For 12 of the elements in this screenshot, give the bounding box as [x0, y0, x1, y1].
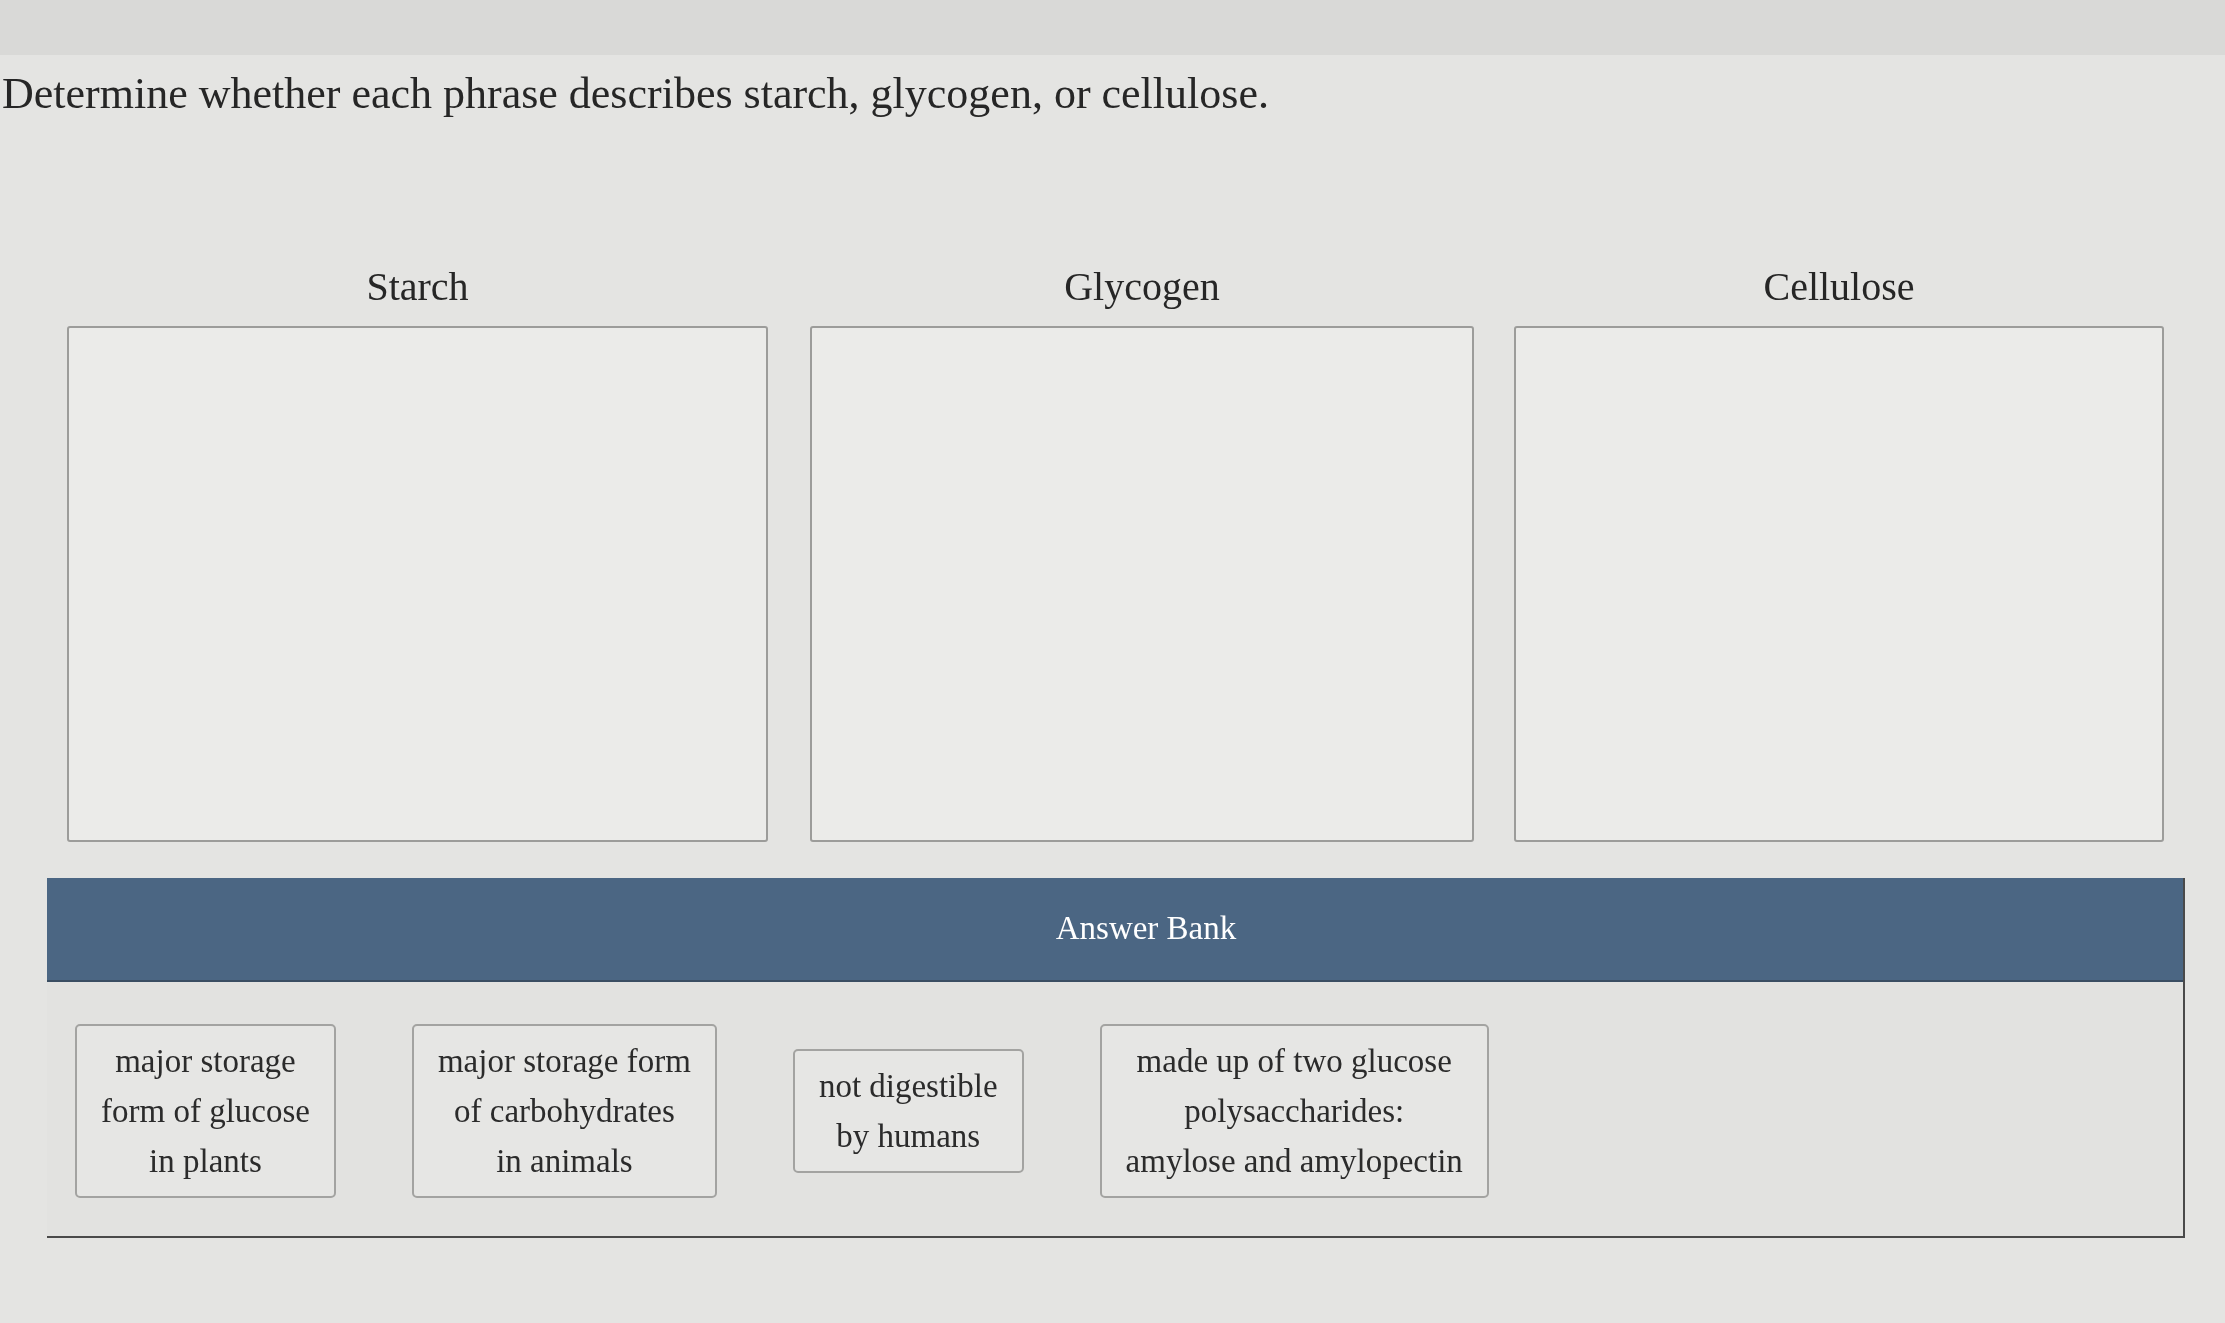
answer-card[interactable]: made up of two glucose polysaccharides: amylose and amylopectin [1099, 1024, 1489, 1198]
question-prompt: Determine whether each phrase describes starch, glycogen, or cellulose. [2, 69, 1269, 118]
drop-zone[interactable] [1514, 326, 2164, 842]
category-heading: Starch [366, 263, 469, 311]
category-heading: Glycogen [1064, 263, 1220, 311]
answer-card[interactable]: major storage form of carbohydrates in animals [411, 1024, 717, 1198]
drop-zone[interactable] [810, 326, 1474, 842]
drop-zone[interactable] [67, 326, 768, 842]
answer-card[interactable]: major storage form of glucose in plants [75, 1024, 336, 1198]
category-heading: Cellulose [1763, 263, 1915, 311]
answer-bank-title: Answer Bank [1055, 909, 1237, 949]
answer-card[interactable]: not digestible by humans [792, 1049, 1024, 1173]
